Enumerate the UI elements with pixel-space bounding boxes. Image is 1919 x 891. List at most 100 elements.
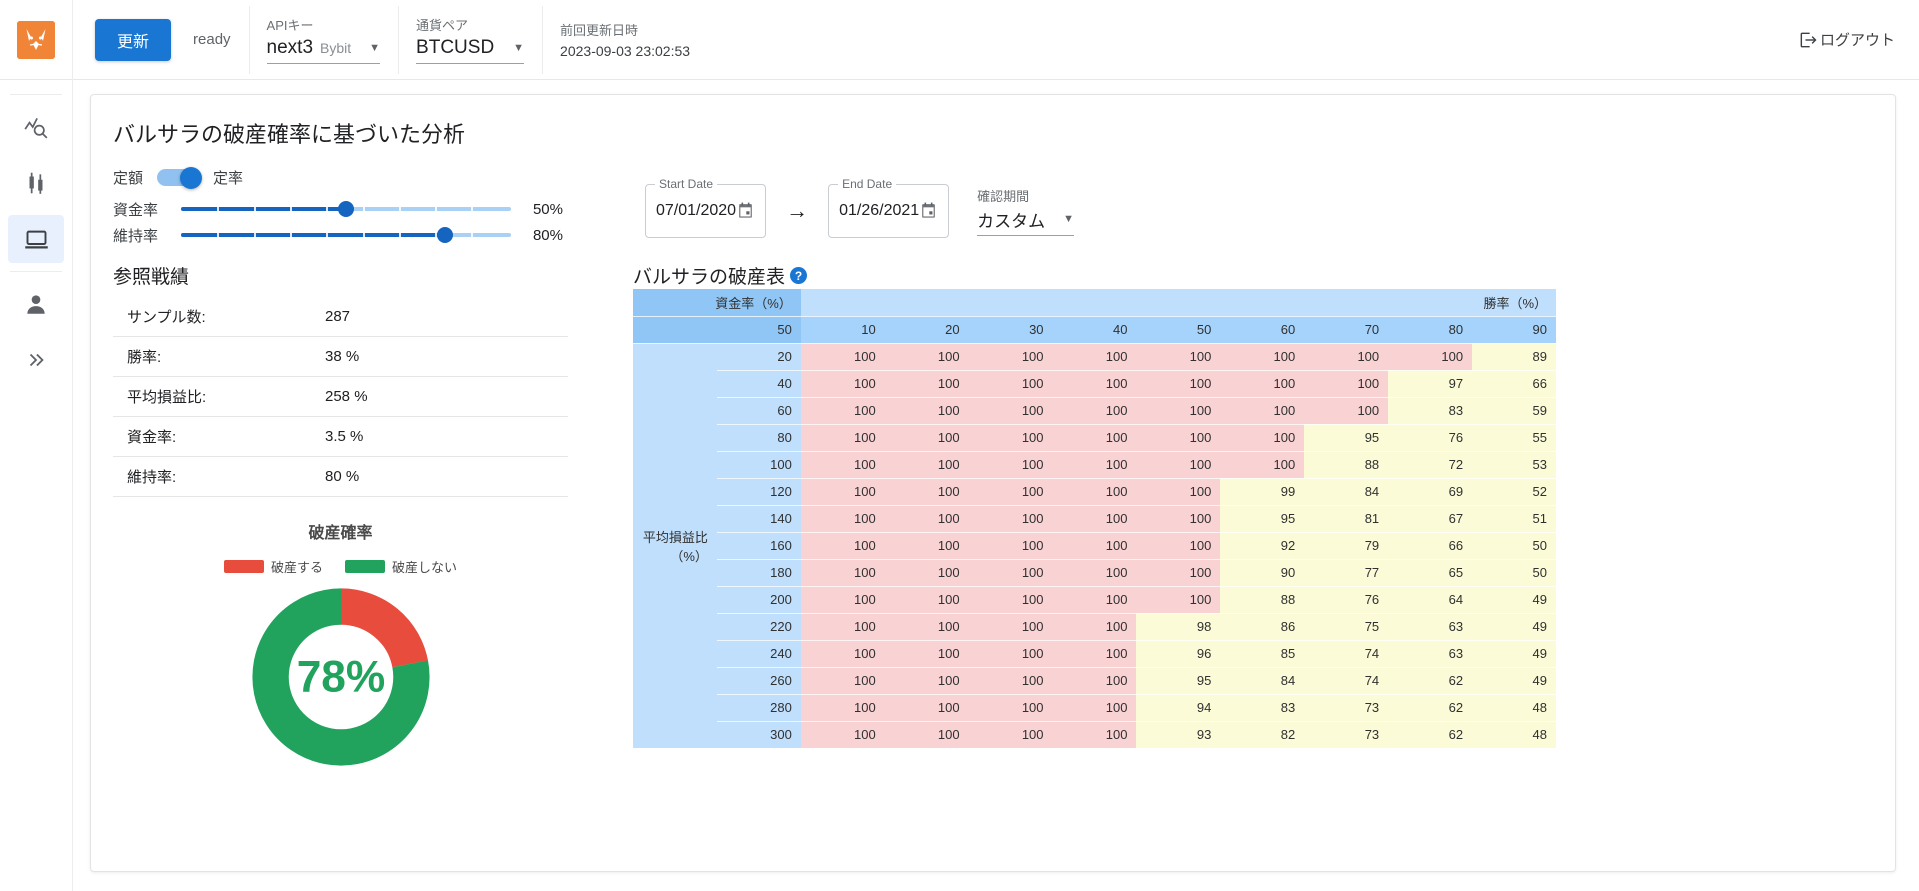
- slider-row-maintenance-rate: 維持率 80%: [113, 222, 643, 248]
- win-group-header: 勝率（%）: [800, 289, 1556, 317]
- table-row: 140 100 100 100 100 100 95 81 67 51: [633, 505, 1556, 533]
- start-date-field[interactable]: Start Date 07/01/2020: [645, 176, 767, 238]
- api-key-select[interactable]: APIキー next3 Bybit ▼: [248, 0, 381, 80]
- ruin-probability-cell: 75: [1304, 613, 1389, 641]
- period-select[interactable]: 確認期間 カスタム ▼: [977, 186, 1075, 236]
- end-date-value: 01/26/2021: [839, 201, 920, 219]
- sidebar-expand-button[interactable]: [8, 336, 64, 384]
- stat-row: 平均損益比: 258 %: [113, 377, 568, 417]
- sidebar-item-candles[interactable]: [8, 159, 64, 207]
- ruin-probability-cell: 99: [1220, 478, 1305, 506]
- ruin-probability-cell: 100: [968, 559, 1053, 587]
- logout-button[interactable]: ログアウト: [1798, 29, 1895, 50]
- last-update-label: 前回更新日時: [560, 23, 639, 38]
- sidebar-item-chart-analysis[interactable]: [8, 103, 64, 151]
- legend-item[interactable]: 破産しない: [345, 557, 457, 576]
- ruin-probability-cell: 100: [1052, 586, 1137, 614]
- ruin-probability-cell: 100: [884, 640, 969, 668]
- end-date-field[interactable]: End Date 01/26/2021: [828, 176, 950, 238]
- ruin-probability-cell: 100: [800, 613, 885, 641]
- fixed-rate-toggle[interactable]: [157, 166, 203, 189]
- ruin-probability-cell: 67: [1388, 505, 1473, 533]
- logo-cell: [0, 0, 73, 80]
- ruin-probability-cell: 83: [1388, 397, 1473, 425]
- slider-track-maintenance-rate[interactable]: [181, 227, 511, 243]
- ruin-probability-cell: 100: [968, 721, 1053, 749]
- page-title: バルサラの破産確率に基づいた分析: [113, 122, 466, 147]
- shiba-logo-icon[interactable]: [17, 20, 55, 59]
- pair-label: 通貨ペア: [416, 18, 469, 33]
- ruin-probability-cell: 85: [1220, 640, 1305, 668]
- donut-svg: 78%: [251, 588, 430, 766]
- ruin-probability-cell: 100: [800, 640, 885, 668]
- card-body: 参照戦績 サンプル数: 287 勝率: 38 % 平均損益比: 258 % 資金率: 3.5 …: [91, 248, 1895, 775]
- end-date-label: End Date: [838, 176, 897, 191]
- table-row: 100 100 100 100 100 100 100 88 72 53: [633, 451, 1556, 479]
- ruin-probability-cell: 65: [1388, 559, 1473, 587]
- slider-value-maintenance-rate: 80%: [532, 226, 563, 244]
- ruin-probability-cell: 100: [968, 640, 1053, 668]
- slider-row-fund-rate: 資金率 50%: [113, 196, 643, 222]
- start-date-value: 07/01/2020: [656, 201, 737, 219]
- legend-item[interactable]: 破産する: [223, 557, 323, 576]
- chevron-down-icon[interactable]: ▼: [351, 42, 380, 54]
- ruin-probability-cell: 100: [800, 451, 885, 479]
- sidebar-item-simulation[interactable]: [8, 215, 64, 263]
- slider-thumb-fund-rate[interactable]: [338, 201, 354, 217]
- slider-thumb-maintenance-rate[interactable]: [437, 227, 453, 243]
- api-key-value: next3: [266, 37, 314, 58]
- sidebar-item-account[interactable]: [8, 280, 64, 328]
- ruin-probability-cell: 100: [1052, 370, 1137, 398]
- ruin-probability-cell: 100: [884, 613, 969, 641]
- payoff-ratio-row-label: 260: [716, 667, 801, 695]
- ruin-probability-cell: 66: [1388, 532, 1473, 560]
- slider-track-fund-rate[interactable]: [181, 201, 511, 217]
- ruin-probability-cell: 100: [1052, 505, 1137, 533]
- reference-stats-pane: 参照戦績 サンプル数: 287 勝率: 38 % 平均損益比: 258 % 資金率: 3.5 …: [91, 262, 603, 775]
- ruin-probability-cell: 72: [1388, 451, 1473, 479]
- ruin-probability-cell: 48: [1472, 721, 1556, 749]
- ruin-probability-cell: 88: [1304, 451, 1389, 479]
- ruin-probability-cell: 84: [1304, 478, 1389, 506]
- ruin-probability-cell: 50: [1472, 559, 1556, 587]
- stat-row: サンプル数: 287: [113, 297, 568, 337]
- payoff-ratio-row-label: 240: [716, 640, 801, 668]
- stats-table: サンプル数: 287 勝率: 38 % 平均損益比: 258 % 資金率: 3.5 % 維持率:…: [113, 297, 568, 497]
- bankruptcy-probability-chart: 破産確率 破産する 破産しない 78%: [113, 519, 568, 775]
- ruin-probability-cell: 100: [1220, 424, 1305, 452]
- ruin-probability-cell: 100: [968, 694, 1053, 722]
- payoff-ratio-side-header: 平均損益比（%）: [633, 343, 717, 749]
- payoff-ratio-row-label: 40: [716, 370, 801, 398]
- ruin-probability-cell: 59: [1472, 397, 1556, 425]
- ruin-probability-cell: 100: [800, 397, 885, 425]
- legend-swatch: [223, 560, 264, 573]
- payoff-ratio-row-label: 60: [716, 397, 801, 425]
- period-value: カスタム: [977, 211, 1046, 231]
- ruin-probability-cell: 100: [884, 667, 969, 695]
- controls-row: 定額 定率 資金率 50% 維持率 80% Start Date 07/01/2…: [91, 149, 1895, 248]
- ruin-probability-cell: 100: [800, 424, 885, 452]
- risk-table-title-row: バルサラの破産表 ?: [633, 262, 1895, 289]
- candlestick-icon: [29, 172, 43, 194]
- ruin-probability-cell: 76: [1388, 424, 1473, 452]
- ruin-probability-cell: 100: [1136, 397, 1221, 425]
- ruin-probability-cell: 62: [1388, 694, 1473, 722]
- calendar-icon[interactable]: [736, 201, 755, 220]
- pair-select[interactable]: 通貨ペア BTCUSD ▼: [398, 0, 525, 80]
- ruin-probability-cell: 100: [968, 532, 1053, 560]
- divider: [398, 5, 400, 74]
- chevron-down-icon[interactable]: ▼: [1045, 213, 1074, 225]
- ruin-probability-cell: 93: [1136, 721, 1221, 749]
- ruin-probability-cell: 100: [1136, 478, 1221, 506]
- ruin-probability-cell: 100: [800, 370, 885, 398]
- chevron-down-icon[interactable]: ▼: [495, 42, 524, 54]
- update-button[interactable]: 更新: [95, 18, 172, 61]
- help-icon[interactable]: ?: [790, 267, 808, 284]
- ruin-probability-cell: 100: [884, 721, 969, 749]
- ruin-probability-cell: 79: [1304, 532, 1389, 560]
- table-row: 平均損益比（%） 20 100 100 100 100 100 100 100 100 89: [633, 343, 1556, 749]
- ruin-probability-cell: 100: [800, 532, 885, 560]
- stat-value: 3.5 %: [325, 428, 364, 445]
- calendar-icon[interactable]: [919, 201, 938, 220]
- ruin-probability-cell: 100: [800, 505, 885, 533]
